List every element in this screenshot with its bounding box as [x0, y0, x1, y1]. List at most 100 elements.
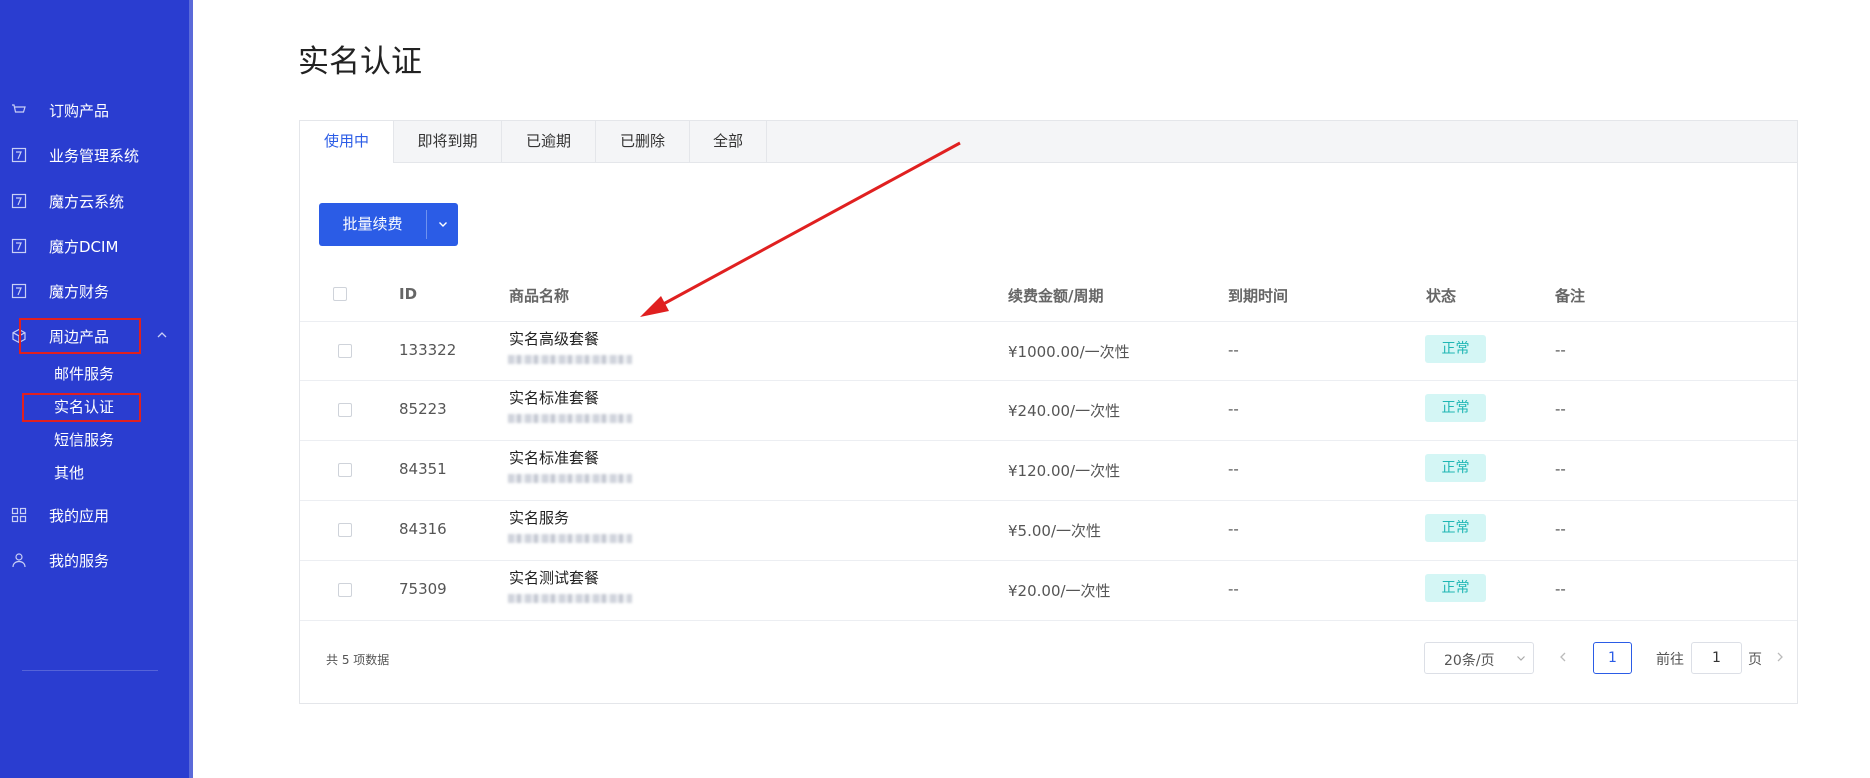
- redacted-text: [508, 594, 632, 603]
- total-count: 共 5 项数据: [326, 653, 390, 667]
- app-window-icon: [10, 237, 28, 255]
- table-divider: [300, 620, 1797, 621]
- column-header-expire: 到期时间: [1228, 287, 1289, 305]
- row-amount: ¥240.00/一次性: [1008, 402, 1121, 420]
- tab-expiring-soon[interactable]: 即将到期: [394, 121, 502, 162]
- page-size-value: 20条/页: [1444, 653, 1495, 669]
- app-window-icon: [10, 192, 28, 210]
- row-remark: --: [1555, 460, 1566, 478]
- cart-icon: [10, 101, 28, 119]
- tab-bar: 使用中 即将到期 已逾期 已删除 全部: [300, 121, 1797, 163]
- redacted-text: [508, 534, 632, 543]
- column-header-name: 商品名称: [509, 287, 570, 305]
- sidebar-item-dcim[interactable]: 魔方DCIM: [0, 229, 193, 263]
- sidebar-item-label: 魔方DCIM: [49, 237, 119, 256]
- batch-renew-button[interactable]: 批量续费: [319, 203, 426, 246]
- tab-overdue[interactable]: 已逾期: [502, 121, 596, 162]
- page-title: 实名认证: [298, 44, 422, 80]
- user-icon: [10, 551, 28, 569]
- row-remark: --: [1555, 400, 1566, 418]
- highlight-box: [22, 393, 141, 422]
- row-remark: --: [1555, 520, 1566, 538]
- row-id: 84351: [399, 460, 447, 478]
- row-expire: --: [1228, 520, 1239, 538]
- sidebar-item-my-services[interactable]: 我的服务: [0, 543, 193, 577]
- status-badge: 正常: [1425, 454, 1486, 482]
- row-expire: --: [1228, 580, 1239, 598]
- row-product-name[interactable]: 实名服务: [509, 507, 569, 528]
- sidebar-item-label: 魔方财务: [49, 282, 110, 301]
- row-product-name[interactable]: 实名标准套餐: [509, 387, 599, 408]
- goto-prefix: 前往: [1656, 652, 1684, 668]
- table-divider: [300, 500, 1797, 501]
- sidebar-subitem-mail[interactable]: 邮件服务: [54, 361, 114, 387]
- next-page-icon[interactable]: [1773, 649, 1787, 663]
- sidebar-item-order-products[interactable]: 订购产品: [0, 93, 193, 127]
- row-amount: ¥5.00/一次性: [1008, 522, 1101, 540]
- app-window-icon: [10, 282, 28, 300]
- row-id: 133322: [399, 341, 457, 359]
- chevron-up-icon[interactable]: [155, 328, 169, 342]
- row-checkbox[interactable]: [338, 403, 352, 417]
- sidebar-item-label: 魔方云系统: [49, 192, 125, 211]
- row-product-name[interactable]: 实名高级套餐: [509, 328, 599, 349]
- page-number-button[interactable]: 1: [1593, 642, 1632, 674]
- sidebar-divider: [22, 670, 158, 671]
- sidebar-item-label: 我的应用: [49, 506, 110, 525]
- table-divider: [300, 560, 1797, 561]
- prev-page-icon[interactable]: [1556, 649, 1570, 663]
- column-header-status: 状态: [1426, 287, 1457, 305]
- row-checkbox[interactable]: [338, 344, 352, 358]
- grid-icon: [10, 506, 28, 524]
- tab-deleted[interactable]: 已删除: [596, 121, 690, 162]
- row-checkbox[interactable]: [338, 523, 352, 537]
- sidebar-item-finance[interactable]: 魔方财务: [0, 274, 193, 308]
- tab-in-use[interactable]: 使用中: [300, 121, 394, 163]
- row-checkbox[interactable]: [338, 583, 352, 597]
- app-window-icon: [10, 146, 28, 164]
- row-checkbox[interactable]: [338, 463, 352, 477]
- chevron-down-icon: [437, 215, 449, 234]
- row-product-name[interactable]: 实名标准套餐: [509, 447, 599, 468]
- sidebar-item-label: 业务管理系统: [49, 146, 140, 165]
- row-amount: ¥120.00/一次性: [1008, 462, 1121, 480]
- column-header-id: ID: [399, 285, 418, 303]
- redacted-text: [508, 355, 632, 364]
- goto-suffix: 页: [1748, 652, 1762, 668]
- row-id: 75309: [399, 580, 447, 598]
- goto-page-input[interactable]: 1: [1691, 642, 1742, 674]
- row-remark: --: [1555, 580, 1566, 598]
- row-id: 85223: [399, 400, 447, 418]
- row-expire: --: [1228, 341, 1239, 359]
- table-divider: [300, 380, 1797, 381]
- page-size-select[interactable]: 20条/页: [1424, 642, 1534, 674]
- column-header-remark: 备注: [1555, 287, 1586, 305]
- batch-renew-button-group: 批量续费: [319, 203, 458, 246]
- sidebar-item-label: 我的服务: [49, 551, 110, 570]
- redacted-text: [508, 414, 632, 423]
- row-amount: ¥20.00/一次性: [1008, 582, 1111, 600]
- row-expire: --: [1228, 400, 1239, 418]
- highlight-box: [19, 318, 141, 354]
- status-badge: 正常: [1425, 514, 1486, 542]
- sidebar-item-my-apps[interactable]: 我的应用: [0, 498, 193, 532]
- row-id: 84316: [399, 520, 447, 538]
- table-divider: [300, 321, 1797, 322]
- row-expire: --: [1228, 460, 1239, 478]
- sidebar-item-cloud-system[interactable]: 魔方云系统: [0, 184, 193, 218]
- row-remark: --: [1555, 341, 1566, 359]
- sidebar-item-business-system[interactable]: 业务管理系统: [0, 138, 193, 172]
- sidebar-subitem-other[interactable]: 其他: [54, 460, 84, 486]
- sidebar-item-label: 订购产品: [49, 101, 110, 120]
- status-badge: 正常: [1425, 394, 1486, 422]
- table-divider: [300, 440, 1797, 441]
- tab-all[interactable]: 全部: [690, 121, 767, 162]
- column-header-amount: 续费金额/周期: [1008, 287, 1104, 305]
- status-badge: 正常: [1425, 574, 1486, 602]
- status-badge: 正常: [1425, 335, 1486, 363]
- select-all-checkbox[interactable]: [333, 287, 347, 301]
- redacted-text: [508, 474, 632, 483]
- row-product-name[interactable]: 实名测试套餐: [509, 567, 599, 588]
- sidebar-subitem-sms[interactable]: 短信服务: [54, 427, 114, 453]
- batch-renew-dropdown-button[interactable]: [427, 203, 458, 246]
